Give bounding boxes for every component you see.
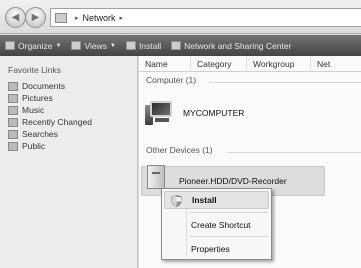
install-button[interactable]: Install xyxy=(121,41,166,51)
computer-icon xyxy=(145,101,175,125)
views-button[interactable]: Views ▼ xyxy=(66,41,120,51)
column-header-workgroup[interactable]: Workgroup xyxy=(247,55,311,72)
sidebar-item-recently-changed[interactable]: Recently Changed xyxy=(8,116,137,128)
menu-item-label: Install xyxy=(192,195,217,205)
menu-item-label: Properties xyxy=(191,244,230,254)
forward-arrow-icon: ▶ xyxy=(31,12,40,23)
command-bar: Organize ▼ Views ▼ Install Network and S… xyxy=(0,35,361,56)
column-header-network[interactable]: Net xyxy=(311,56,361,72)
shield-icon xyxy=(171,195,182,207)
views-icon xyxy=(71,41,82,50)
recent-icon xyxy=(8,117,18,127)
searches-icon xyxy=(8,129,18,139)
sidebar-item-public[interactable]: Public xyxy=(8,140,137,152)
item-label: Pioneer.HDD/DVD-Recorder xyxy=(179,176,287,186)
pictures-icon xyxy=(8,93,18,103)
sidebar-item-pictures[interactable]: Pictures xyxy=(8,92,137,104)
chevron-down-icon: ▼ xyxy=(109,42,116,49)
menu-separator xyxy=(189,212,268,213)
group-header-other-devices[interactable]: Other Devices (1) xyxy=(146,145,213,155)
menu-item-install[interactable]: Install xyxy=(164,191,269,209)
organize-button[interactable]: Organize ▼ xyxy=(0,41,66,51)
sidebar-item-label: Pictures xyxy=(22,93,53,103)
back-button[interactable]: ◀ xyxy=(5,7,26,28)
menu-item-create-shortcut[interactable]: Create Shortcut xyxy=(164,216,269,234)
sidebar-item-label: Recently Changed xyxy=(22,117,92,127)
sidebar-item-label: Documents xyxy=(22,81,65,91)
sidebar-item-label: Searches xyxy=(22,129,58,139)
breadcrumb-network[interactable]: Network xyxy=(83,13,116,23)
network-center-icon xyxy=(171,41,182,50)
address-bar: ◀ ▶ ▸ Network ▸ xyxy=(0,0,361,34)
group-header-computer[interactable]: Computer (1) xyxy=(146,75,196,85)
back-arrow-icon: ◀ xyxy=(11,12,20,23)
divider xyxy=(227,152,361,153)
organize-icon xyxy=(5,41,15,50)
navigation-pane: Favorite Links Documents Pictures Music … xyxy=(0,56,138,268)
network-sharing-center-label: Network and Sharing Center xyxy=(184,40,292,51)
chevron-down-icon: ▼ xyxy=(55,42,62,49)
install-label: Install xyxy=(138,40,162,51)
sidebar-item-label: Public xyxy=(22,141,46,151)
views-label: Views xyxy=(84,40,107,51)
breadcrumb-separator: ▸ xyxy=(119,14,124,22)
network-sharing-center-button[interactable]: Network and Sharing Center xyxy=(166,41,296,51)
context-menu: Install Create Shortcut Properties xyxy=(161,188,272,260)
column-header-name[interactable]: Name xyxy=(139,55,191,72)
item-label: MYCOMPUTER xyxy=(183,108,245,118)
menu-separator xyxy=(189,236,268,237)
sidebar-item-searches[interactable]: Searches xyxy=(8,128,137,140)
menu-item-label: Create Shortcut xyxy=(191,220,251,230)
list-item-mycomputer[interactable]: MYCOMPUTER xyxy=(145,101,244,125)
network-icon xyxy=(55,12,67,23)
install-icon xyxy=(125,41,136,50)
public-icon xyxy=(8,141,18,151)
sidebar-item-documents[interactable]: Documents xyxy=(8,80,137,92)
sidebar-item-music[interactable]: Music xyxy=(8,104,137,116)
divider xyxy=(209,82,361,83)
sidebar-item-label: Music xyxy=(22,105,45,115)
menu-item-properties[interactable]: Properties xyxy=(164,240,269,258)
favorite-links-title: Favorite Links xyxy=(8,65,61,75)
address-field[interactable]: ▸ Network ▸ xyxy=(50,8,361,27)
music-icon xyxy=(8,105,18,115)
documents-icon xyxy=(8,81,18,91)
column-headers: Name Category Workgroup Net xyxy=(139,55,361,72)
breadcrumb-separator: ▸ xyxy=(75,14,79,22)
column-header-category[interactable]: Category xyxy=(191,55,247,72)
forward-button[interactable]: ▶ xyxy=(25,7,46,28)
organize-label: Organize xyxy=(18,40,53,51)
